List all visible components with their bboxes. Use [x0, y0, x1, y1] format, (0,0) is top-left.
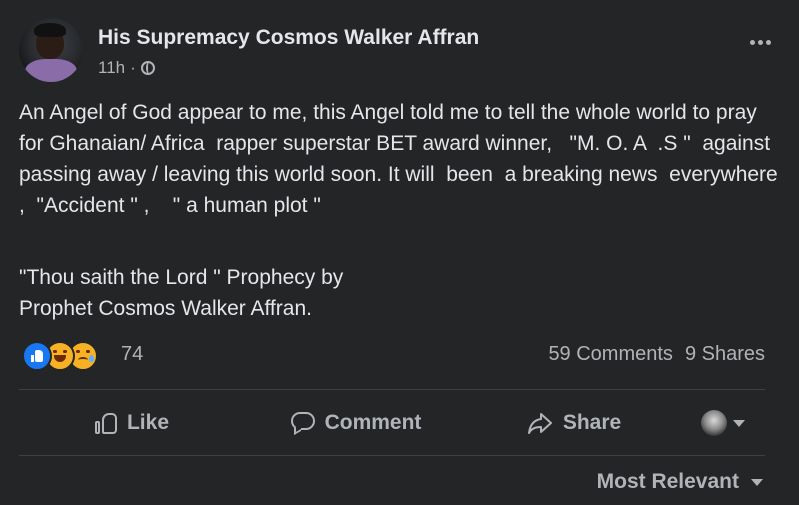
avatar-shirt [25, 59, 77, 82]
post-body: An Angel of God appear to me, this Angel… [19, 101, 790, 217]
divider [19, 455, 765, 456]
more-dot-icon [758, 40, 763, 45]
author-avatar[interactable] [19, 18, 83, 82]
like-button[interactable]: Like [87, 392, 177, 454]
comment-icon [290, 412, 315, 434]
more-options-button[interactable] [750, 40, 771, 45]
react-as-selector[interactable] [691, 392, 755, 454]
like-label: Like [126, 411, 170, 434]
share-button[interactable]: Share [521, 392, 627, 454]
meta-separator: · [130, 58, 136, 77]
more-dot-icon [750, 40, 755, 45]
share-icon [527, 413, 552, 434]
post-body-signature: "Thou saith the Lord " Prophecy by Proph… [19, 266, 344, 320]
comment-sort-dropdown[interactable]: Most Relevant [597, 470, 763, 494]
globe-icon [140, 61, 155, 75]
divider [19, 389, 765, 390]
post-header: His Supremacy Cosmos Walker Affran 11h · [19, 18, 779, 84]
post-actions: Like Comment Share [19, 392, 765, 454]
comments-count[interactable]: 59 Comments [548, 343, 673, 366]
post-stats: 74 59 Comments 9 Shares [19, 340, 765, 371]
reaction-count[interactable]: 74 [121, 343, 143, 366]
profile-avatar-icon [701, 410, 727, 436]
comments-shares: 59 Comments 9 Shares [548, 343, 765, 366]
post-time[interactable]: 11h [98, 58, 125, 78]
avatar-hair [34, 23, 66, 37]
like-reaction-icon [22, 341, 52, 371]
more-dot-icon [766, 40, 771, 45]
shares-count[interactable]: 9 Shares [685, 343, 765, 366]
caret-down-icon [733, 419, 745, 427]
author-name[interactable]: His Supremacy Cosmos Walker Affran [98, 26, 479, 50]
comment-button[interactable]: Comment [281, 392, 431, 454]
caret-down-icon [751, 478, 763, 486]
comment-label: Comment [324, 411, 422, 434]
like-icon [94, 412, 117, 434]
reaction-icons[interactable] [22, 341, 98, 371]
sort-label: Most Relevant [596, 470, 739, 493]
facebook-post: His Supremacy Cosmos Walker Affran 11h ·… [0, 0, 799, 505]
post-meta: 11h · [98, 58, 155, 78]
share-label: Share [562, 411, 622, 434]
